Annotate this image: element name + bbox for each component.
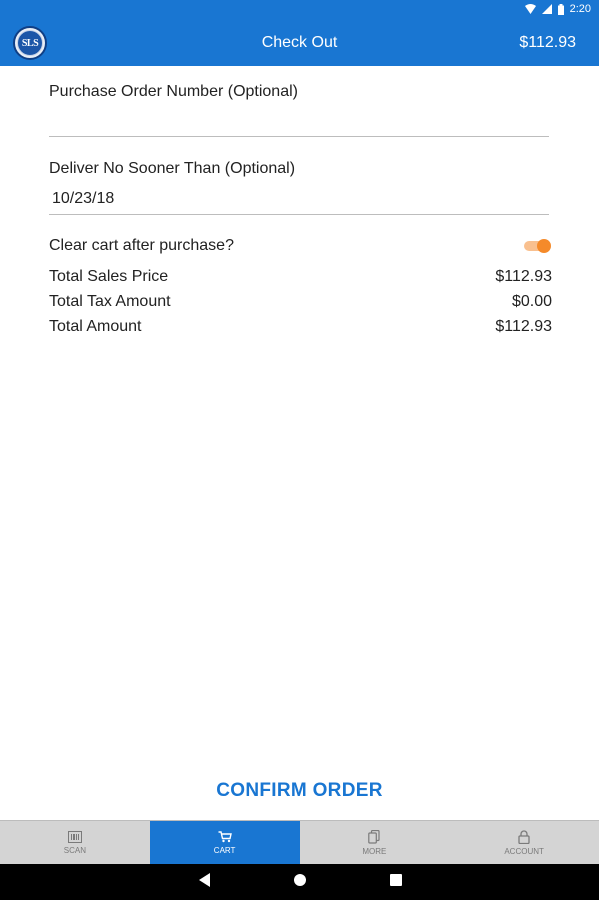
total-sales-price-label: Total Sales Price [49,268,169,285]
total-sales-price-value: $112.93 [495,268,552,285]
status-icons: 2:20 [524,3,591,15]
tab-account-label: ACCOUNT [504,846,544,856]
clear-cart-toggle[interactable] [524,239,551,253]
recents-button[interactable] [387,873,405,891]
home-circle-icon [293,873,307,892]
status-bar: 2:20 [0,0,599,20]
app-bar: SLS Check Out $112.93 [0,20,599,66]
tab-more-label: MORE [362,846,387,856]
tab-cart-label: CART [213,845,236,855]
page-title: Check Out [261,34,338,51]
barcode-icon [67,830,82,843]
recents-square-icon [390,873,402,891]
tab-account[interactable]: ACCOUNT [449,821,599,864]
po-number-input[interactable] [49,105,549,137]
cart-icon [218,830,232,843]
total-amount-value: $112.93 [495,318,552,335]
total-sales-price-row: Total Sales Price $112.93 [49,268,552,286]
deliver-date-label: Deliver No Sooner Than (Optional) [49,160,296,177]
system-nav-bar [0,864,599,900]
tab-more[interactable]: MORE [300,821,450,864]
total-amount-row: Total Amount $112.93 [49,318,552,336]
back-triangle-icon [199,872,211,892]
tab-scan[interactable]: SCAN [0,821,150,864]
lock-icon [518,829,530,844]
wifi-icon [524,4,536,14]
clock-time: 2:20 [569,3,591,15]
header-cart-total: $112.93 [519,34,576,51]
total-tax-amount-label: Total Tax Amount [49,293,171,310]
confirm-order-button[interactable]: CONFIRM ORDER [0,776,599,806]
total-tax-amount-value: $0.00 [511,293,552,310]
tab-scan-label: SCAN [63,845,86,855]
documents-icon [368,829,380,844]
total-tax-amount-row: Total Tax Amount $0.00 [49,293,552,311]
clear-cart-label: Clear cart after purchase? [49,237,234,254]
signal-icon [541,4,552,14]
battery-icon [557,3,564,15]
home-button[interactable] [291,873,309,891]
deliver-date-input[interactable] [49,183,549,215]
tab-cart[interactable]: CART [149,821,300,864]
toggle-thumb [537,239,551,253]
bottom-tab-bar: SCAN CART MORE ACCOUNT [0,820,599,864]
total-amount-label: Total Amount [49,318,142,335]
clear-cart-row: Clear cart after purchase? [49,237,552,255]
po-number-label: Purchase Order Number (Optional) [49,83,298,100]
back-button[interactable] [196,872,214,892]
